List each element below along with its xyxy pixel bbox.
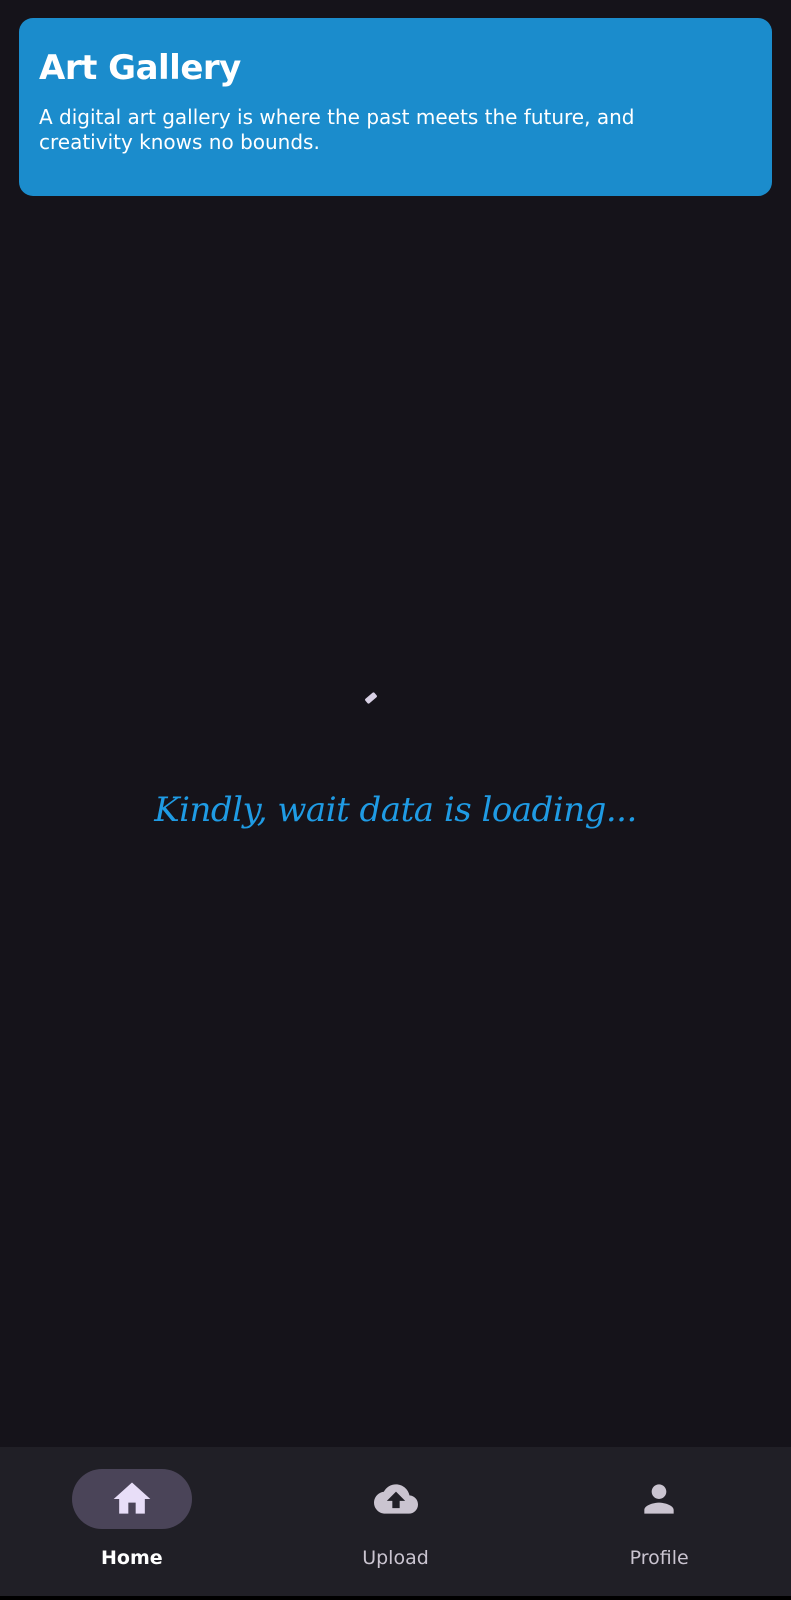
nav-item-upload[interactable]: Upload [264, 1447, 528, 1596]
app-title: Art Gallery [39, 48, 241, 88]
nav-label-home: Home [101, 1547, 163, 1569]
nav-label-profile: Profile [629, 1547, 689, 1569]
person-icon [644, 1484, 674, 1514]
header-card: Art Gallery A digital art gallery is whe… [19, 18, 772, 196]
nav-item-profile[interactable]: Profile [527, 1447, 791, 1596]
cloud-upload-icon [373, 1484, 418, 1514]
bottom-navigation-bar: Home Upload Profile [0, 1447, 791, 1596]
loading-message: Kindly, wait data is loading... [154, 790, 637, 830]
system-gesture-bar [0, 1596, 791, 1600]
app-description: A digital art gallery is where the past … [39, 104, 635, 154]
loading-spinner-icon [365, 692, 377, 704]
nav-active-indicator [71, 1469, 192, 1529]
home-icon [113, 1482, 151, 1514]
nav-label-upload: Upload [362, 1547, 429, 1569]
nav-item-home[interactable]: Home [0, 1447, 264, 1596]
